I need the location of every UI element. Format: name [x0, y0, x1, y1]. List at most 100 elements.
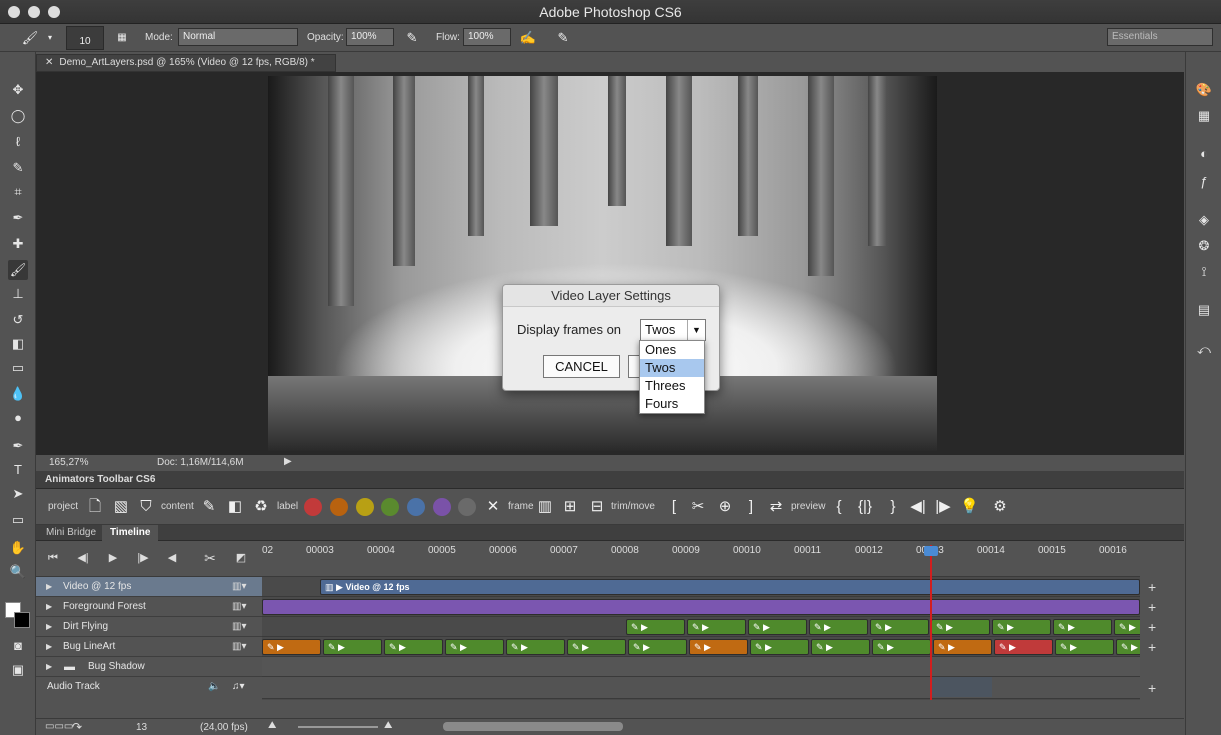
chevron-down-icon[interactable]: ▼: [687, 320, 705, 340]
add-media-icon[interactable]: +: [1148, 580, 1160, 594]
bookmark-icon[interactable]: ⛉: [137, 497, 155, 517]
art-frame-clip[interactable]: ✎ ▶: [323, 639, 382, 655]
history-brush-tool-icon[interactable]: ↺: [8, 310, 28, 330]
label-color-yellow[interactable]: [356, 498, 374, 516]
trim-start-icon[interactable]: [: [665, 497, 683, 517]
art-frame-clip[interactable]: ✎ ▶: [1116, 639, 1140, 655]
film-frame-icon[interactable]: ▥: [536, 497, 554, 517]
new-document-icon[interactable]: 🗋: [86, 497, 104, 517]
gear-icon[interactable]: ⚙: [991, 497, 1009, 517]
layer-group-row[interactable]: ▶ ▬ Bug Shadow: [36, 657, 262, 677]
quick-mask-icon[interactable]: ◙: [8, 636, 28, 656]
art-frame-clip[interactable]: ✎ ▶: [992, 619, 1051, 635]
art-frame-clip[interactable]: ✎ ▶: [262, 639, 321, 655]
playhead-line[interactable]: [930, 545, 932, 700]
eraser-tool-icon[interactable]: ◧: [8, 334, 28, 354]
zoom-out-icon[interactable]: ⛰: [268, 720, 276, 731]
render-icon[interactable]: ▭▭▭: [45, 721, 73, 732]
zoom-window-button[interactable]: [48, 6, 60, 18]
swatches-panel-icon[interactable]: ▦: [1194, 106, 1214, 126]
channels-panel-icon[interactable]: ❂: [1194, 236, 1214, 256]
label-color-red[interactable]: [304, 498, 322, 516]
workspace-select[interactable]: Essentials: [1107, 28, 1213, 46]
art-frame-clip[interactable]: ✎ ▶: [870, 619, 929, 635]
film-strip-icon[interactable]: ▥▾: [232, 637, 246, 657]
art-frame-clip[interactable]: ✎ ▶: [1114, 619, 1140, 635]
mode-select[interactable]: Normal: [178, 28, 298, 46]
label-color-blue[interactable]: [407, 498, 425, 516]
new-art-layer-icon[interactable]: ▧: [112, 497, 130, 517]
brush-tool-icon[interactable]: 🖌: [8, 260, 28, 280]
expand-triangle-icon[interactable]: ▶: [46, 637, 52, 657]
art-frame-clip[interactable]: ✎ ▶: [687, 619, 746, 635]
art-frame-clip[interactable]: ✎ ▶: [750, 639, 809, 655]
add-media-icon[interactable]: +: [1148, 640, 1160, 654]
chevron-down-icon[interactable]: ▾: [40, 28, 60, 48]
cycle-icon[interactable]: ♻: [252, 497, 270, 517]
dodge-tool-icon[interactable]: ●: [8, 408, 28, 428]
preview-start-icon[interactable]: {: [830, 497, 848, 517]
art-frame-clip[interactable]: ✎ ▶: [445, 639, 504, 655]
video-clip[interactable]: ▥ ▶ Video @ 12 fps: [320, 579, 1140, 595]
insert-frame-icon[interactable]: ⊟: [588, 497, 606, 517]
zoom-level[interactable]: 165,27%: [49, 457, 88, 468]
speaker-icon[interactable]: 🔈: [208, 677, 220, 697]
audio-track-row[interactable]: Audio Track 🔈 ♫▾: [36, 677, 262, 699]
brush-size-picker[interactable]: 10: [66, 26, 104, 50]
art-frame-clip[interactable]: ✎ ▶: [567, 639, 626, 655]
art-frame-clip[interactable]: ✎ ▶: [384, 639, 443, 655]
layer-row[interactable]: ▶ Dirt Flying ▥▾: [36, 617, 262, 637]
zoom-slider[interactable]: [298, 726, 378, 728]
move-arrows-icon[interactable]: ⇄: [767, 497, 785, 517]
lasso-tool-icon[interactable]: ℓ: [8, 132, 28, 152]
transition-icon[interactable]: ◩: [232, 549, 250, 567]
cut-here-icon[interactable]: ⊕: [716, 497, 734, 517]
status-menu-arrow-icon[interactable]: ▶: [284, 456, 292, 467]
go-to-first-frame-icon[interactable]: ⏮: [44, 549, 62, 567]
convert-arrow-icon[interactable]: ↷: [72, 720, 82, 734]
airbrush-icon[interactable]: ✍: [518, 28, 538, 48]
close-window-button[interactable]: [8, 6, 20, 18]
path-select-tool-icon[interactable]: ➤: [8, 484, 28, 504]
go-to-next-frame-icon[interactable]: |▶: [134, 549, 152, 567]
add-audio-icon[interactable]: +: [1148, 681, 1160, 695]
add-frame-icon[interactable]: ⊞: [561, 497, 579, 517]
option-twos[interactable]: Twos: [640, 359, 704, 377]
next-frame-icon[interactable]: |▶: [934, 497, 952, 517]
paths-panel-icon[interactable]: ⟟: [1194, 262, 1214, 282]
pressure-size-icon[interactable]: ✎: [553, 28, 573, 48]
type-tool-icon[interactable]: T: [8, 460, 28, 480]
background-color-swatch[interactable]: [14, 612, 30, 628]
film-strip-icon[interactable]: ▥▾: [232, 597, 246, 617]
pressure-opacity-icon[interactable]: ✎: [402, 28, 422, 48]
clone-stamp-tool-icon[interactable]: ⊥: [8, 284, 28, 304]
color-panel-icon[interactable]: 🎨: [1194, 80, 1214, 100]
art-frame-clip[interactable]: ✎ ▶: [994, 639, 1053, 655]
quick-select-tool-icon[interactable]: ✎: [8, 158, 28, 178]
go-to-previous-frame-icon[interactable]: ◀|: [74, 549, 92, 567]
gradient-tool-icon[interactable]: ▭: [8, 358, 28, 378]
layer-row[interactable]: ▶ Video @ 12 fps ▥▾: [36, 577, 262, 597]
flow-input[interactable]: 100%: [463, 28, 511, 46]
label-color-green[interactable]: [381, 498, 399, 516]
healing-brush-tool-icon[interactable]: ✚: [8, 234, 28, 254]
brush-panel-icon[interactable]: ▦: [112, 28, 132, 48]
art-frame-clip[interactable]: ✎ ▶: [506, 639, 565, 655]
opacity-input[interactable]: 100%: [346, 28, 394, 46]
expand-triangle-icon[interactable]: ▶: [46, 617, 52, 637]
adjustments-panel-icon[interactable]: ◐: [1194, 144, 1214, 164]
audio-icon[interactable]: ◀: [163, 549, 181, 567]
styles-panel-icon[interactable]: ƒ: [1194, 172, 1214, 192]
film-strip-icon[interactable]: ▥▾: [232, 577, 246, 597]
split-icon[interactable]: ✂: [689, 497, 707, 517]
art-frame-clip[interactable]: ✎ ▶: [933, 639, 992, 655]
art-frame-clip[interactable]: ✎ ▶: [1055, 639, 1114, 655]
label-color-orange[interactable]: [330, 498, 348, 516]
crop-tool-icon[interactable]: ⌗: [8, 182, 28, 202]
tab-close-icon[interactable]: ✕: [45, 57, 53, 68]
layers-panel-icon[interactable]: ◈: [1194, 210, 1214, 230]
playhead-handle[interactable]: [924, 546, 938, 556]
zoom-tool-icon[interactable]: 🔍: [8, 562, 28, 582]
option-ones[interactable]: Ones: [640, 341, 704, 359]
art-frame-clip[interactable]: ✎ ▶: [931, 619, 990, 635]
